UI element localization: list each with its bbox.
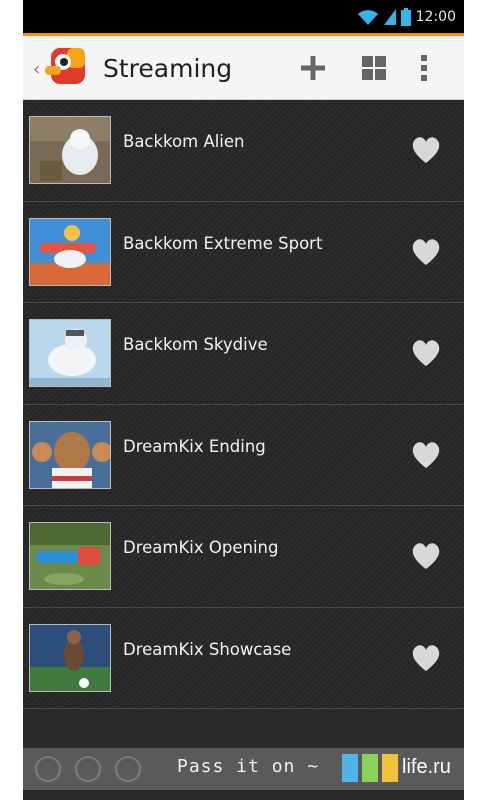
grid-view-icon bbox=[362, 56, 386, 80]
thumbnail bbox=[29, 623, 111, 692]
heart-icon[interactable] bbox=[411, 441, 441, 469]
up-caret-icon[interactable]: ‹ bbox=[33, 59, 40, 80]
action-bar: ‹ Streaming bbox=[23, 33, 464, 100]
wifi-icon bbox=[357, 9, 378, 25]
heart-icon[interactable] bbox=[411, 542, 441, 570]
thumbnail bbox=[29, 420, 111, 489]
share-icons bbox=[35, 756, 141, 782]
list-item[interactable]: Backkom Alien bbox=[23, 100, 464, 202]
stream-list: Backkom Alien Backkom Extreme Sport Back… bbox=[23, 100, 464, 709]
list-item-title: DreamKix Opening bbox=[123, 538, 279, 557]
list-item[interactable]: Backkom Skydive bbox=[23, 303, 464, 405]
signal-icon bbox=[383, 8, 396, 25]
watermark: life.ru bbox=[340, 748, 470, 788]
plus-icon bbox=[301, 56, 325, 80]
list-item-title: Backkom Extreme Sport bbox=[123, 233, 323, 253]
thumbnail bbox=[29, 319, 111, 387]
list-item[interactable]: DreamKix Opening bbox=[23, 506, 464, 608]
thumbnail bbox=[29, 116, 111, 184]
phone-screen: 12:00 ‹ Streaming Backkom Alien Backkom … bbox=[23, 0, 464, 800]
list-item-title: DreamKix Showcase bbox=[123, 639, 292, 659]
heart-icon[interactable] bbox=[411, 238, 441, 266]
add-button[interactable] bbox=[295, 50, 331, 86]
watermark-text: life.ru bbox=[402, 756, 451, 778]
list-item-title: Backkom Alien bbox=[123, 132, 245, 151]
status-bar: 12:00 bbox=[23, 0, 464, 33]
twitter-icon bbox=[35, 756, 61, 782]
grid-view-button[interactable] bbox=[356, 50, 392, 86]
thumbnail bbox=[29, 522, 111, 590]
overflow-menu-button[interactable] bbox=[406, 50, 442, 86]
list-item-title: Backkom Skydive bbox=[123, 335, 268, 354]
app-logo-icon[interactable] bbox=[45, 44, 89, 88]
list-item[interactable]: DreamKix Ending bbox=[23, 405, 464, 506]
battery-icon bbox=[400, 7, 411, 26]
thumbnail bbox=[29, 217, 111, 286]
share-icon bbox=[115, 756, 141, 782]
heart-icon[interactable] bbox=[411, 136, 441, 164]
list-item[interactable]: Backkom Extreme Sport bbox=[23, 202, 464, 303]
list-item[interactable]: DreamKix Showcase bbox=[23, 608, 464, 709]
watermark-logo-icon bbox=[342, 754, 398, 782]
clock: 12:00 bbox=[415, 8, 456, 25]
heart-icon[interactable] bbox=[411, 644, 441, 672]
chat-icon bbox=[75, 756, 101, 782]
heart-icon[interactable] bbox=[411, 339, 441, 367]
list-item-title: DreamKix Ending bbox=[123, 436, 266, 456]
share-bar-label: Pass it on ~ bbox=[177, 756, 320, 777]
page-title: Streaming bbox=[103, 54, 233, 83]
overflow-menu-icon bbox=[421, 55, 427, 81]
